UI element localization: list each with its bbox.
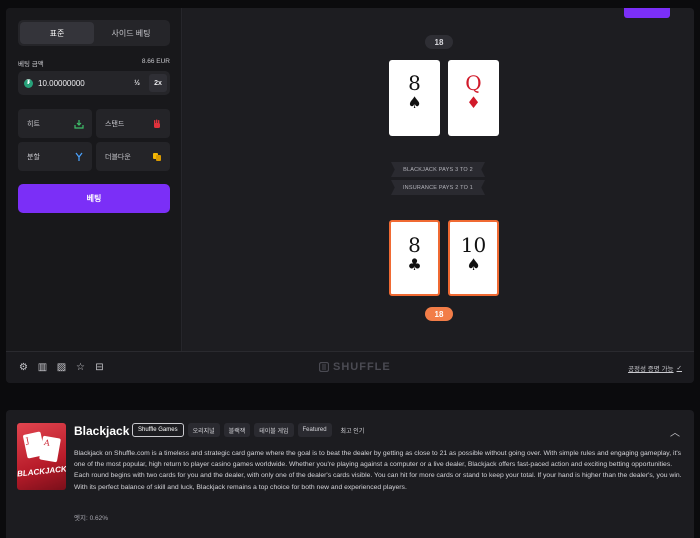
bet-amount-value[interactable]: 10.00000000 — [38, 79, 128, 88]
shuffle-logo: SHUFFLE — [319, 361, 391, 373]
dealer-score-badge: 18 — [425, 35, 453, 49]
card-rank: 8 — [408, 71, 421, 95]
cover-title: BLACKJACK — [17, 464, 66, 479]
provably-fair-link[interactable]: 공정성 증명 가능 ✓ — [628, 363, 682, 373]
live-stats-icon[interactable]: ⊟ — [94, 362, 105, 373]
place-bet-button[interactable]: 베팅 — [18, 184, 170, 213]
game-title: Blackjack — [74, 424, 130, 438]
blackjack-cover-image: J A BLACKJACK — [17, 423, 66, 490]
bet-amount-input[interactable]: ₮ 10.00000000 ½ 2x — [18, 71, 170, 95]
insurance-payout-banner: INSURANCE PAYS 2 TO 1 — [391, 180, 485, 195]
stand-hand-icon — [154, 119, 160, 128]
bet-amount-label: 베팅 금액 — [18, 61, 44, 68]
game-tags: Shuffle Games 오리지널 블랙잭 테이블 게임 Featured 최… — [132, 423, 369, 437]
split-icon — [75, 152, 83, 161]
tag-provider[interactable]: Shuffle Games — [132, 423, 184, 437]
spade-suit-icon: ♠ — [407, 93, 422, 112]
bet-amount-label-row: 베팅 금액 8.66 EUR — [18, 58, 170, 68]
club-suit-icon: ♣ — [407, 255, 422, 274]
brand-name: SHUFFLE — [333, 361, 391, 373]
tag-table-games[interactable]: 테이블 게임 — [254, 423, 294, 437]
game-frame: 표준 사이드 베팅 베팅 금액 8.66 EUR ₮ 10.00000000 ½… — [6, 8, 694, 383]
hit-label: 히트 — [27, 120, 40, 128]
double-bet-button[interactable]: 2x — [149, 74, 167, 92]
stand-label: 스탠드 — [105, 120, 125, 128]
card-rank: 8 — [408, 233, 421, 257]
half-bet-button[interactable]: ½ — [128, 74, 146, 92]
hit-icon — [74, 119, 84, 129]
blackjack-table: 18 8 ♠ Q ♦ BLACKJACK PAYS 3 TO 2 INSURAN… — [183, 8, 694, 351]
dealer-card-2: Q ♦ — [448, 60, 499, 136]
blackjack-payout-banner: BLACKJACK PAYS 3 TO 2 — [391, 162, 485, 177]
settings-icon[interactable]: ⚙ — [18, 362, 29, 373]
toolbar-icons: ⚙ ▥ ▨ ☆ ⊟ — [18, 362, 105, 373]
player-card-2: 10 ♠ — [448, 220, 499, 296]
split-label: 분할 — [27, 153, 40, 161]
spade-suit-icon: ♠ — [466, 255, 481, 274]
bet-amount-fiat: 8.66 EUR — [141, 58, 170, 65]
stand-button[interactable]: 스탠드 — [96, 109, 170, 138]
split-button[interactable]: 분할 — [18, 142, 92, 171]
shuffle-logo-icon — [319, 362, 329, 372]
cover-card-icon: A — [39, 435, 61, 463]
collapse-chevron-up-icon[interactable]: ︿ — [670, 424, 680, 439]
top-accent-button[interactable] — [624, 8, 670, 18]
double-down-label: 더블다운 — [105, 153, 131, 161]
hit-button[interactable]: 히트 — [18, 109, 92, 138]
double-down-icon — [153, 152, 161, 161]
double-down-button[interactable]: 더블다운 — [96, 142, 170, 171]
player-card-1: 8 ♣ — [389, 220, 440, 296]
game-description: Blackjack on Shuffle.com is a timeless a… — [74, 450, 682, 491]
tag-originals[interactable]: 오리지널 — [187, 423, 220, 437]
dealer-card-1: 8 ♠ — [389, 60, 440, 136]
favorite-star-icon[interactable]: ☆ — [75, 362, 86, 373]
bet-sidebar: 표준 사이드 베팅 베팅 금액 8.66 EUR ₮ 10.00000000 ½… — [6, 8, 182, 351]
tag-most-popular[interactable]: 최고 인기 — [336, 423, 370, 437]
diamond-suit-icon: ♦ — [466, 93, 481, 112]
tag-blackjack[interactable]: 블랙잭 — [223, 423, 251, 437]
game-toolbar: ⚙ ▥ ▨ ☆ ⊟ SHUFFLE 공정성 증명 가능 ✓ — [6, 351, 694, 383]
house-edge: 엣지: 0.62% — [74, 515, 109, 522]
tab-side-bets[interactable]: 사이드 베팅 — [94, 22, 168, 44]
stats-icon[interactable]: ▨ — [56, 362, 67, 373]
provably-fair-label: 공정성 증명 가능 — [628, 366, 674, 373]
tag-featured[interactable]: Featured — [297, 423, 332, 437]
player-score-badge: 18 — [425, 307, 453, 321]
theatre-mode-icon[interactable]: ▥ — [37, 362, 48, 373]
card-rank: 10 — [460, 233, 487, 257]
card-rank: Q — [465, 71, 482, 95]
checkmark-icon: ✓ — [676, 365, 682, 372]
tether-coin-icon: ₮ — [24, 78, 33, 88]
action-grid: 히트 스탠드 분할 더블다운 — [18, 109, 170, 171]
bet-mode-tabs: 표준 사이드 베팅 — [18, 20, 170, 46]
tab-standard[interactable]: 표준 — [20, 22, 94, 44]
game-info-panel: J A BLACKJACK Blackjack Shuffle Games 오리… — [6, 410, 694, 538]
